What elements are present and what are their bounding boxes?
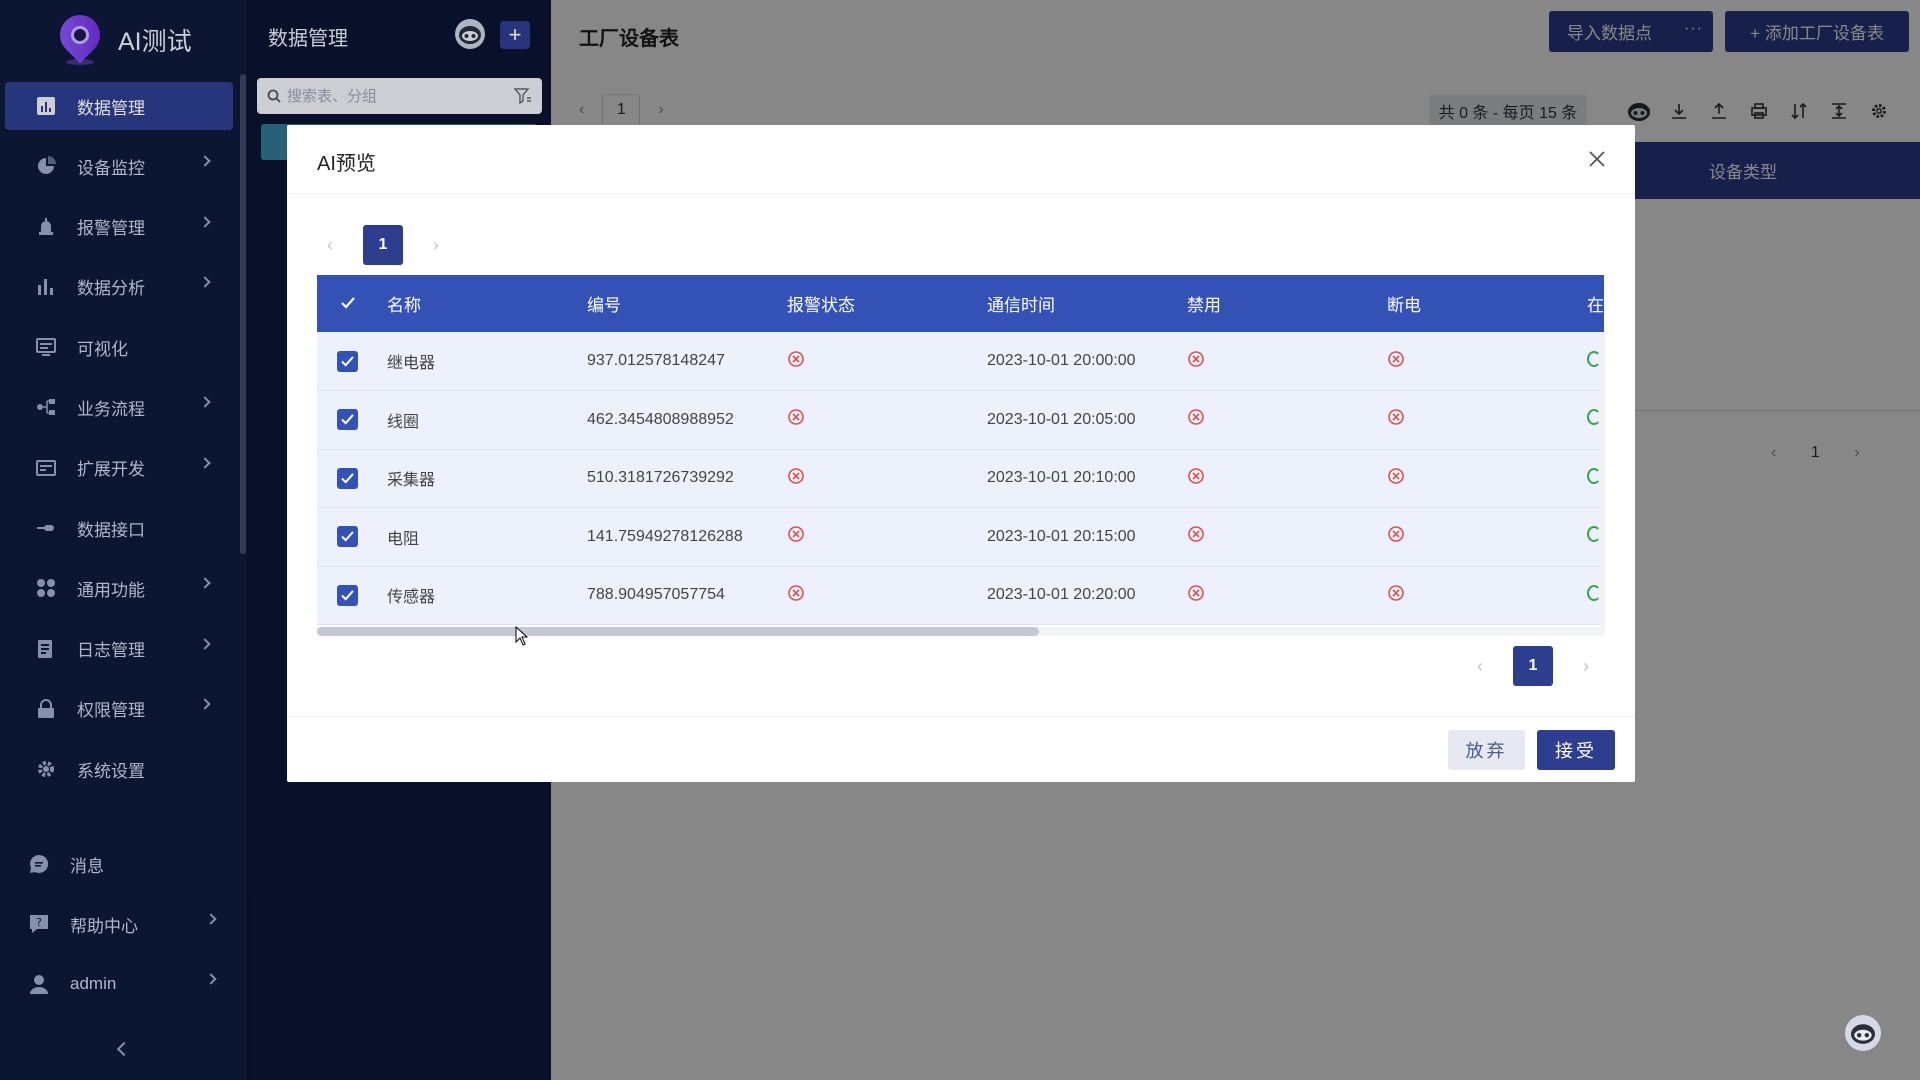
discard-button[interactable]: 放弃 [1448, 730, 1525, 770]
cell-time: 2023-10-01 20:20:00 [987, 586, 1136, 604]
table-header-row: 名称 编号 报警状态 通信时间 禁用 断电 在 [317, 275, 1604, 332]
floating-assistant-button[interactable] [1845, 1015, 1881, 1051]
error-circle-icon [1187, 525, 1205, 543]
cell-code: 937.012578148247 [587, 352, 725, 369]
cell-code: 788.904957057754 [587, 586, 725, 604]
column-header[interactable]: 禁用 [1187, 275, 1387, 332]
column-header[interactable]: 报警状态 [787, 275, 987, 332]
table-row[interactable]: 线圈 462.3454808988952 2023-10-01 20:05:00 [317, 390, 1604, 449]
close-icon[interactable] [1587, 149, 1607, 169]
column-header[interactable]: 在 [1587, 275, 1604, 332]
error-circle-icon [1187, 584, 1205, 602]
cell-time: 2023-10-01 20:10:00 [987, 469, 1136, 487]
cell-name: 传感器 [387, 589, 436, 607]
table-horizontal-scrollbar[interactable] [317, 627, 1039, 636]
error-circle-icon [1387, 525, 1405, 543]
error-circle-icon [1387, 467, 1405, 485]
dialog-top-pagination: ‹ 1 › [327, 225, 439, 265]
next-page-icon[interactable]: › [433, 235, 439, 256]
table-row[interactable]: 传感器 788.904957057754 2023-10-01 20:20:00 [317, 566, 1604, 625]
select-all-checkbox[interactable] [337, 293, 358, 314]
prev-page-icon[interactable]: ‹ [327, 235, 333, 256]
check-circle-icon [1587, 526, 1601, 543]
cell-time: 2023-10-01 20:05:00 [987, 410, 1136, 428]
check-circle-icon [1587, 584, 1601, 601]
check-circle-icon [1587, 409, 1601, 426]
check-circle-icon [1587, 350, 1601, 367]
cell-time: 2023-10-01 20:00:00 [987, 352, 1136, 369]
error-circle-icon [1187, 350, 1205, 368]
error-circle-icon [787, 467, 805, 485]
error-circle-icon [787, 408, 805, 426]
error-circle-icon [787, 525, 805, 543]
error-circle-icon [1387, 584, 1405, 602]
row-checkbox[interactable] [337, 584, 358, 606]
cell-code: 141.75949278126288 [587, 527, 743, 545]
check-circle-icon [1587, 467, 1601, 484]
next-page-icon[interactable]: › [1583, 656, 1589, 677]
dialog-title: AI预览 [317, 153, 376, 175]
error-circle-icon [1387, 408, 1405, 426]
error-circle-icon [787, 584, 805, 602]
row-checkbox[interactable] [337, 350, 358, 372]
error-circle-icon [1187, 467, 1205, 485]
cell-name: 线圈 [387, 413, 420, 431]
cell-name: 继电器 [387, 355, 436, 372]
row-checkbox[interactable] [337, 467, 358, 489]
column-header[interactable]: 通信时间 [987, 275, 1187, 332]
dialog-footer-divider [287, 716, 1635, 717]
table-vertical-scrollbar[interactable] [1600, 337, 1605, 632]
preview-table: 名称 编号 报警状态 通信时间 禁用 断电 在 继电器 937.01257814… [317, 275, 1604, 635]
cell-code: 510.3181726739292 [587, 469, 734, 487]
cell-name: 采集器 [387, 472, 436, 490]
column-header[interactable]: 断电 [1387, 275, 1587, 332]
cell-time: 2023-10-01 20:15:00 [987, 527, 1136, 545]
cell-code: 462.3454808988952 [587, 410, 734, 428]
dialog-divider [287, 193, 1635, 194]
table-row[interactable]: 采集器 510.3181726739292 2023-10-01 20:10:0… [317, 449, 1604, 508]
ai-preview-dialog: AI预览 ‹ 1 › 名称 编号 报警状态 通信时间 禁用 断电 在 继电器 9… [287, 125, 1635, 782]
dialog-bottom-pagination: ‹ 1 › [1477, 646, 1589, 686]
current-page[interactable]: 1 [363, 225, 403, 265]
current-page[interactable]: 1 [1513, 646, 1553, 686]
row-checkbox[interactable] [337, 409, 358, 431]
error-circle-icon [1187, 408, 1205, 426]
error-circle-icon [787, 350, 805, 368]
error-circle-icon [1387, 350, 1405, 368]
prev-page-icon[interactable]: ‹ [1477, 656, 1483, 677]
column-header[interactable]: 名称 [387, 275, 587, 332]
cell-name: 电阻 [387, 530, 420, 548]
table-row[interactable]: 继电器 937.012578148247 2023-10-01 20:00:00 [317, 332, 1604, 391]
row-checkbox[interactable] [337, 526, 358, 548]
column-header[interactable]: 编号 [587, 275, 787, 332]
robot-icon [1851, 1024, 1875, 1044]
mouse-cursor-icon [515, 626, 529, 646]
table-row[interactable]: 电阻 141.75949278126288 2023-10-01 20:15:0… [317, 507, 1604, 566]
accept-button[interactable]: 接受 [1537, 730, 1615, 770]
